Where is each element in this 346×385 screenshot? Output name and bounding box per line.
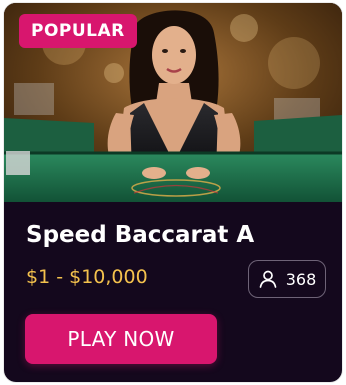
popular-badge: POPULAR	[19, 14, 137, 48]
play-now-button[interactable]: PLAY NOW	[25, 314, 217, 364]
game-card[interactable]: POPULAR Speed Baccarat A $1 - $10,000 36…	[4, 3, 342, 382]
player-count: 368	[285, 269, 317, 289]
game-thumbnail[interactable]: POPULAR	[4, 3, 342, 202]
player-count-badge: 368	[248, 260, 326, 298]
bet-limits: $1 - $10,000	[26, 266, 148, 288]
game-title: Speed Baccarat A	[26, 222, 255, 248]
user-icon	[258, 269, 278, 289]
